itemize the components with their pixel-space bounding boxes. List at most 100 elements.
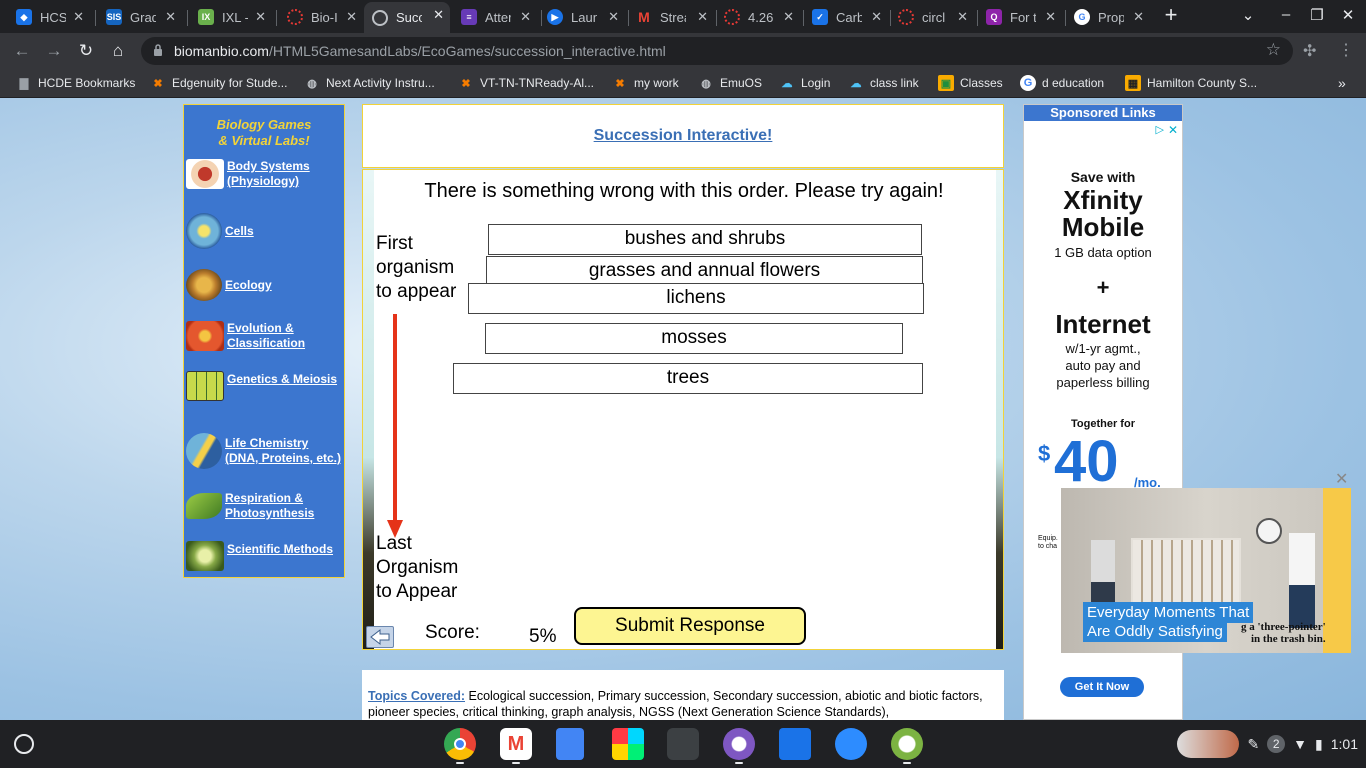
files-app-icon[interactable]	[779, 728, 811, 760]
tab-close-icon[interactable]: ✕	[346, 9, 357, 25]
bookmark-my-work[interactable]: ✖ my work	[612, 75, 678, 91]
topics-covered-link[interactable]: Topics Covered:	[368, 689, 465, 703]
launcher-icon[interactable]	[14, 734, 34, 754]
tab-2[interactable]: IX IXL - ✕	[190, 4, 272, 30]
sidebar-item-life-chemistry[interactable]: Life Chemistry (DNA, Proteins, etc.)	[184, 433, 341, 469]
extensions-puzzle-icon[interactable]: ✣	[1303, 41, 1316, 61]
tab-close-icon[interactable]: ✕	[871, 9, 882, 25]
tab-6[interactable]: ▶ Laun ✕	[539, 4, 625, 30]
video-caption: Everyday Moments That	[1083, 602, 1254, 623]
succession-game: There is something wrong with this order…	[362, 169, 1004, 650]
tab-7[interactable]: M Strea ✕	[628, 4, 714, 30]
bookmark-classes[interactable]: ▣ Classes	[938, 75, 1003, 91]
left-arrow-icon	[370, 628, 390, 646]
bookmark-edgenuity[interactable]: ✖ Edgenuity for Stude...	[150, 75, 287, 91]
bookmarks-overflow-icon[interactable]: »	[1338, 75, 1346, 91]
bookmark-login[interactable]: ☁ Login	[779, 75, 831, 91]
organism-card-trees[interactable]: trees	[453, 363, 923, 394]
sidebar-item-body-systems[interactable]: Body Systems (Physiology)	[184, 159, 310, 189]
play-store-icon[interactable]	[612, 728, 644, 760]
bookmark-hamilton-county[interactable]: ▦ Hamilton County S...	[1125, 75, 1257, 91]
tab-3[interactable]: Bio-I ✕	[279, 4, 363, 30]
stylus-pen-icon[interactable]: ✎	[1247, 736, 1259, 753]
tab-8[interactable]: 4.26 ✕	[716, 4, 800, 30]
ecology-thumbnail	[186, 269, 222, 301]
bookmark-class-link[interactable]: ☁ class link	[848, 75, 919, 91]
tab-close-icon[interactable]: ✕	[73, 9, 84, 25]
organism-card-lichens[interactable]: lichens	[468, 283, 924, 314]
notification-count[interactable]: 2	[1267, 735, 1286, 753]
back-arrow-button[interactable]	[366, 626, 394, 648]
new-tab-button[interactable]: +	[1160, 4, 1182, 27]
tab-1[interactable]: SIS Grad ✕	[98, 4, 182, 30]
address-bar[interactable]: biomanbio.com/HTML5GamesandLabs/EcoGames…	[141, 37, 1293, 65]
holding-space-thumbnail[interactable]	[1177, 730, 1240, 758]
circle-dots-icon	[724, 9, 740, 25]
bookmark-d-education[interactable]: Gd education	[1020, 75, 1104, 91]
sidebar-item-genetics[interactable]: Genetics & Meiosis	[184, 371, 337, 401]
tab-close-icon[interactable]: ✕	[783, 9, 794, 25]
timer-app-icon[interactable]	[891, 728, 923, 760]
tab-close-icon[interactable]: ✕	[697, 9, 708, 25]
classroom-icon: ▣	[938, 75, 954, 91]
page-title-link[interactable]: Succession Interactive!	[363, 127, 1003, 145]
tab-close-icon[interactable]: ✕	[1045, 9, 1056, 25]
lock-icon	[154, 44, 162, 56]
chrome-app-icon[interactable]	[444, 728, 476, 760]
sidebar-item-respiration[interactable]: Respiration & Photosynthesis	[184, 491, 314, 521]
back-arrow-icon[interactable]: ←	[12, 41, 32, 61]
bookmarks-bar: ▇ HCDE Bookmarks ✖ Edgenuity for Stude... …	[0, 69, 1366, 98]
calculator-app-icon[interactable]	[667, 728, 699, 760]
tab-0[interactable]: ◆ HCS ✕	[8, 4, 90, 30]
google-icon: G	[1020, 75, 1036, 91]
adchoices-icon[interactable]: ▷	[1155, 123, 1163, 137]
submit-response-button[interactable]: Submit Response	[574, 607, 806, 645]
tab-close-icon[interactable]: ✕	[255, 9, 266, 25]
organism-card-mosses[interactable]: mosses	[485, 323, 903, 354]
zoom-app-icon[interactable]	[835, 728, 867, 760]
tab-9[interactable]: ✓ Carb ✕	[804, 4, 888, 30]
organism-card-bushes[interactable]: bushes and shrubs	[488, 224, 922, 255]
tab-close-icon[interactable]: ✕	[165, 9, 176, 25]
tab-close-icon[interactable]: ✕	[957, 9, 968, 25]
tab-close-icon[interactable]: ✕	[1133, 9, 1144, 25]
gmail-app-icon[interactable]: M	[500, 728, 532, 760]
tab-5[interactable]: ≡ Atter ✕	[453, 4, 537, 30]
docs-app-icon[interactable]	[556, 728, 584, 760]
bookmark-vt-tn[interactable]: ✖ VT-TN-TNReady-Al...	[458, 75, 594, 91]
tab-close-icon[interactable]: ✕	[520, 9, 531, 25]
edgenuity-icon: ✖	[153, 77, 163, 90]
sidebar-item-cells[interactable]: Cells	[184, 213, 254, 249]
close-window-icon[interactable]: ✕	[1338, 6, 1358, 24]
restore-icon[interactable]: ❐	[1307, 6, 1327, 24]
bookmark-star-icon[interactable]: ☆	[1266, 40, 1281, 60]
reload-icon[interactable]: ↻	[76, 41, 96, 61]
sidebar-item-ecology[interactable]: Ecology	[184, 269, 272, 301]
bookmark-hcde-bookmarks[interactable]: ▇ HCDE Bookmarks	[16, 75, 136, 91]
ad-close-icon[interactable]: ✕	[1168, 123, 1178, 137]
last-organism-label: Last Organism to Appear	[376, 533, 459, 602]
sidebar-item-scientific-methods[interactable]: Scientific Methods	[184, 541, 333, 571]
screencast-app-icon[interactable]	[723, 728, 755, 760]
bookmark-next-activity[interactable]: ◍ Next Activity Instru...	[304, 75, 435, 91]
tab-10[interactable]: circl ✕	[890, 4, 974, 30]
menu-kebab-icon[interactable]: ⋮	[1338, 40, 1354, 60]
video-ad[interactable]: Everyday Moments That Are Oddly Satisfyi…	[1061, 488, 1351, 653]
status-tray[interactable]: ✎ 2 ▼ ▮ 1:01	[1177, 729, 1358, 759]
tab-4-active[interactable]: Succ ✕	[364, 2, 450, 33]
adchoices[interactable]: ▷ ✕	[1155, 123, 1178, 137]
get-it-now-button[interactable]: Get It Now	[1060, 677, 1144, 697]
tab-12[interactable]: G Prop ✕	[1066, 4, 1150, 30]
minimize-icon[interactable]: –	[1276, 6, 1296, 23]
tab-close-icon[interactable]: ✕	[433, 7, 444, 23]
tab-close-icon[interactable]: ✕	[608, 9, 619, 25]
tab-search-icon[interactable]: ⌄	[1238, 6, 1258, 24]
wifi-icon: ▼	[1293, 736, 1308, 752]
tab-11[interactable]: Q For t ✕	[978, 4, 1062, 30]
sidebar-item-evolution[interactable]: Evolution & Classification	[184, 321, 305, 351]
forward-arrow-icon[interactable]: →	[44, 41, 64, 61]
home-icon[interactable]: ⌂	[108, 41, 128, 61]
video-close-icon[interactable]: ✕	[1335, 469, 1348, 489]
clock-time[interactable]: 1:01	[1331, 736, 1358, 752]
bookmark-emuos[interactable]: ◍ EmuOS	[698, 75, 762, 91]
